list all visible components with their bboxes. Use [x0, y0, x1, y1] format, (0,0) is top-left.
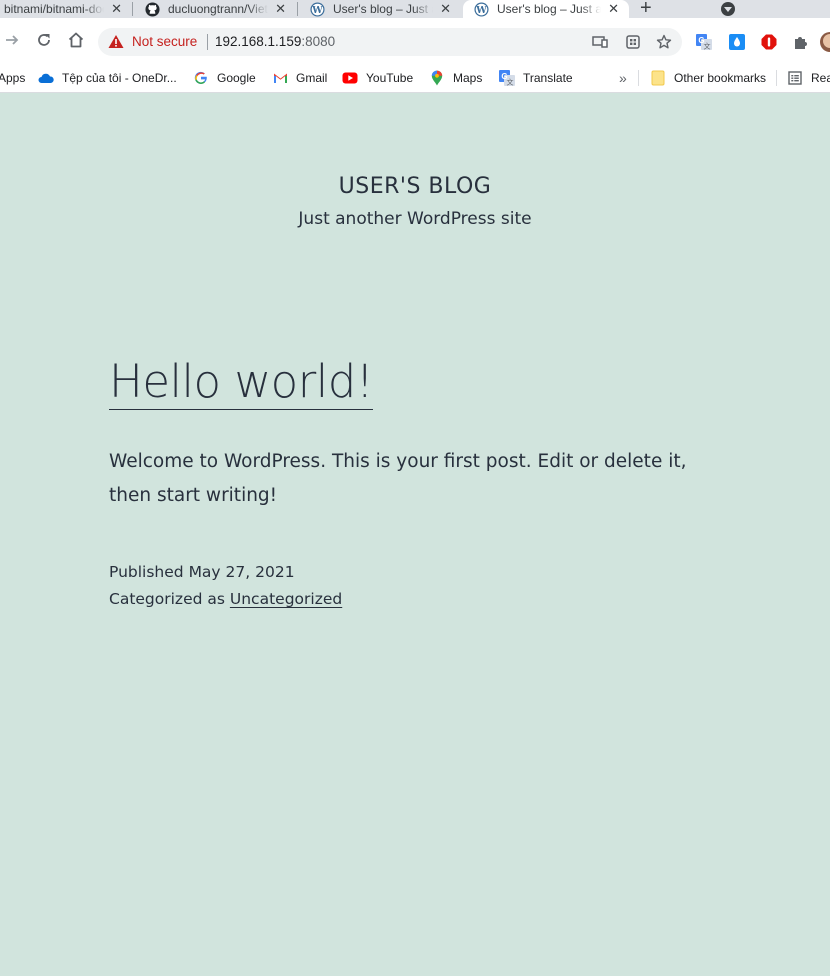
bookmarks-bar: Apps Tệp của tôi - OneDr... Google Gmail… — [0, 63, 830, 93]
folder-icon — [650, 70, 666, 86]
bookmark-maps[interactable]: Maps — [429, 69, 482, 87]
reading-list-label: Rea — [811, 71, 830, 85]
github-icon — [144, 1, 160, 17]
svg-text:文: 文 — [507, 78, 514, 87]
url-text[interactable]: 192.168.1.159:8080 — [215, 34, 335, 49]
wordpress-icon: W — [473, 1, 489, 17]
wordpress-icon: W — [309, 1, 325, 17]
translate-extension-icon[interactable]: G文 — [696, 34, 712, 51]
address-divider — [207, 34, 208, 50]
raindrop-extension-icon[interactable] — [729, 34, 745, 50]
bookmark-label: Gmail — [296, 71, 328, 85]
cast-icon[interactable] — [591, 33, 609, 51]
tab-github[interactable]: ducluongtrann/Vietnam ✕ — [134, 0, 296, 18]
other-bookmarks-label: Other bookmarks — [674, 71, 767, 85]
bookmark-translate[interactable]: G文 Translate — [499, 69, 573, 87]
new-tab-button[interactable]: + — [640, 0, 652, 18]
close-icon[interactable]: ✕ — [608, 1, 619, 17]
bookmark-label: YouTube — [366, 71, 414, 85]
reading-list-icon — [787, 70, 803, 86]
other-bookmarks[interactable]: Other bookmarks — [650, 69, 766, 87]
tab-strip: bitnami/bitnami-docker-wordpress ✕ duclu… — [0, 0, 830, 18]
star-icon[interactable] — [655, 33, 673, 51]
tab-search-icon[interactable] — [721, 2, 735, 16]
bookmark-onedrive[interactable]: Tệp của tôi - OneDr... — [38, 69, 177, 87]
bookmarks-divider — [638, 70, 639, 86]
tab-title: User's blog – Just another WordPress sit… — [333, 2, 433, 16]
reload-button[interactable] — [34, 30, 54, 50]
bookmarks-overflow-button[interactable]: » — [619, 69, 627, 87]
maps-icon — [429, 70, 445, 86]
onedrive-icon — [38, 70, 54, 86]
bookmark-label: Translate — [523, 71, 573, 85]
tab-divider — [297, 2, 298, 16]
post-category: Categorized as Uncategorized — [109, 590, 342, 608]
bookmark-label: Maps — [453, 71, 483, 85]
tab-title: bitnami/bitnami-docker-wordpress — [4, 2, 104, 16]
category-link[interactable]: Uncategorized — [230, 590, 342, 608]
qr-code-icon[interactable] — [624, 33, 642, 51]
categorized-label: Categorized as — [109, 590, 225, 608]
tab-wordpress-blog-active[interactable]: W User's blog – Just another WordPress s… — [463, 0, 629, 18]
close-icon[interactable]: ✕ — [440, 1, 451, 17]
bookmark-google[interactable]: Google — [193, 69, 256, 87]
published-label: Published — [109, 563, 184, 581]
published-date: May 27, 2021 — [188, 563, 295, 581]
svg-text:文: 文 — [704, 42, 711, 51]
home-button[interactable] — [66, 30, 86, 50]
url-host: 192.168.1.159 — [215, 34, 302, 49]
svg-text:W: W — [475, 4, 487, 15]
tab-wordpress-blog[interactable]: W User's blog – Just another WordPress s… — [299, 0, 461, 18]
svg-text:W: W — [311, 4, 323, 15]
avatar-face — [823, 34, 830, 48]
bookmarks-divider — [776, 70, 777, 86]
google-icon — [193, 70, 209, 86]
post-title[interactable]: Hello world! — [109, 355, 374, 410]
site-title[interactable]: USER'S BLOG — [0, 174, 830, 199]
reading-list[interactable]: Rea — [787, 69, 830, 87]
address-bar[interactable]: Not secure 192.168.1.159:8080 — [98, 28, 682, 56]
forward-button[interactable] — [2, 30, 22, 50]
bookmark-apps[interactable]: Apps — [0, 69, 25, 87]
post-published: Published May 27, 2021 — [109, 563, 295, 581]
security-status[interactable]: Not secure — [132, 34, 197, 49]
url-port: :8080 — [301, 34, 336, 49]
bookmark-label: Tệp của tôi - OneDr... — [62, 71, 177, 85]
gmail-icon — [272, 70, 288, 86]
translate-icon: G文 — [499, 70, 515, 86]
warning-icon[interactable] — [108, 34, 124, 54]
profile-avatar[interactable] — [820, 32, 830, 52]
extensions-puzzle-icon[interactable] — [793, 34, 809, 50]
page-content: USER'S BLOG Just another WordPress site … — [0, 93, 830, 976]
bookmark-gmail[interactable]: Gmail — [272, 69, 327, 87]
tab-bitnami[interactable]: bitnami/bitnami-docker-wordpress ✕ — [0, 0, 132, 18]
bookmark-youtube[interactable]: YouTube — [342, 69, 413, 87]
browser-toolbar: Not secure 192.168.1.159:8080 G文 — [0, 18, 830, 63]
close-icon[interactable]: ✕ — [111, 1, 122, 17]
tab-title: User's blog – Just another WordPress sit… — [497, 2, 601, 16]
close-icon[interactable]: ✕ — [275, 1, 286, 17]
adblock-extension-icon[interactable] — [761, 34, 777, 50]
tab-divider — [132, 2, 133, 16]
youtube-icon — [342, 70, 358, 86]
bookmark-label: Apps — [0, 71, 26, 85]
site-description: Just another WordPress site — [298, 209, 532, 229]
bookmark-label: Google — [217, 71, 256, 85]
post-body: Welcome to WordPress. This is your first… — [109, 451, 687, 506]
tab-title: ducluongtrann/Vietnam — [168, 2, 268, 16]
